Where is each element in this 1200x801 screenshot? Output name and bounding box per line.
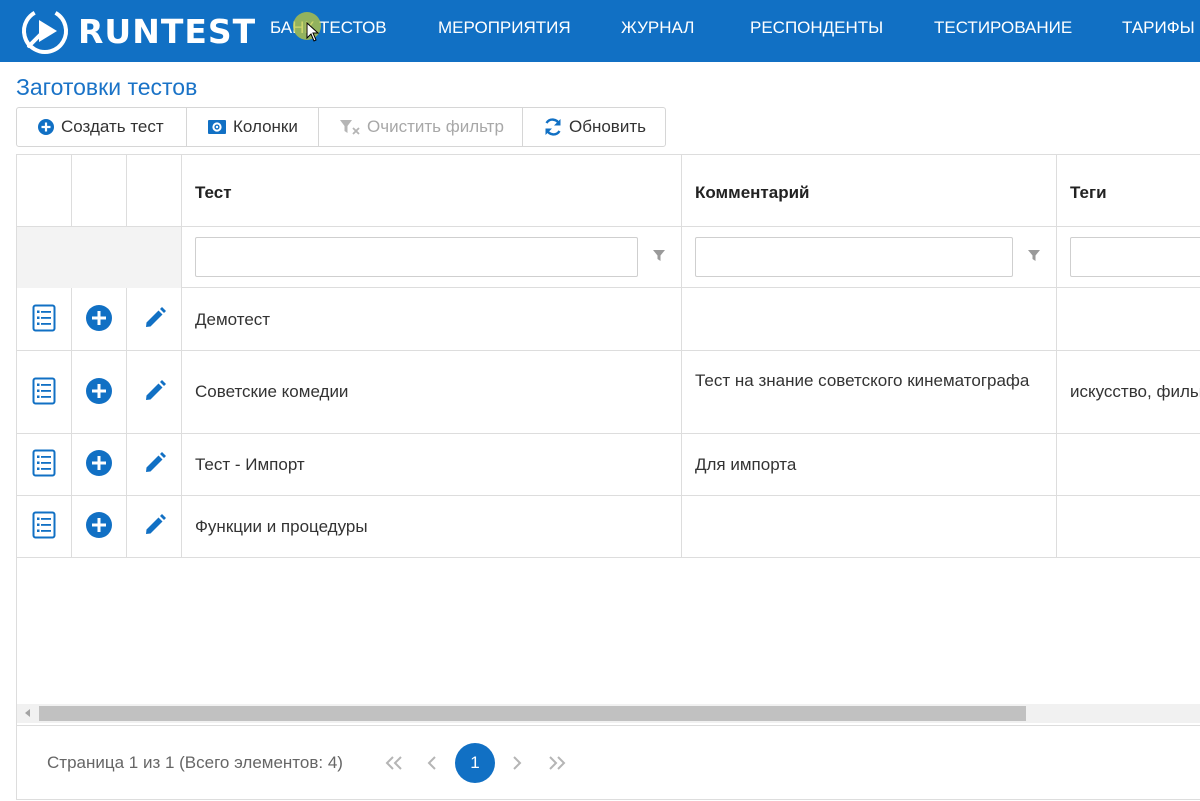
grid-header-row: Тест Комментарий Теги [17,155,1200,227]
grid-toolbar: Создать тест Колонки Очистить фильтр Обн… [16,107,666,147]
nav-item-respondents[interactable]: РЕСПОНДЕНТЫ [750,18,883,38]
next-page-button[interactable] [497,743,537,783]
columns-settings-icon [208,120,226,134]
mouse-pointer-icon [306,22,320,42]
chevron-right-icon [513,756,522,770]
first-page-button[interactable] [374,743,414,783]
page-title: Заготовки тестов [16,74,198,100]
list-icon[interactable] [32,377,56,405]
horizontal-scrollbar[interactable] [17,704,1200,723]
column-header-tags[interactable]: Теги [1070,183,1107,203]
table-row: Советские комедии Тест на знание советск… [17,351,1200,434]
nav-item-tariffs[interactable]: ТАРИФЫ [1122,18,1195,38]
play-logo-icon [22,8,68,54]
table-row: Тест - Импорт Для импорта [17,434,1200,496]
top-navigation-bar: RUNTEST БАНК ТЕСТОВ МЕРОПРИЯТИЯ ЖУРНАЛ Р… [0,0,1200,62]
filter-input-tags[interactable] [1070,237,1200,277]
pager: Страница 1 из 1 (Всего элементов: 4) 1 [17,725,1200,801]
refresh-label: Обновить [569,117,646,136]
last-page-button[interactable] [537,743,577,783]
list-icon[interactable] [32,304,56,332]
create-test-label: Создать тест [61,117,164,136]
grid-filter-row [17,227,1200,288]
cell-test: Демотест [195,310,271,329]
nav-item-events[interactable]: МЕРОПРИЯТИЯ [438,18,571,38]
logo-text: RUNTEST [78,11,257,51]
list-icon[interactable] [32,449,56,477]
scrollbar-thumb[interactable] [39,706,1026,721]
column-header-test[interactable]: Тест [195,183,232,203]
plus-circle-icon[interactable] [85,449,113,477]
tests-grid: Тест Комментарий Теги Демотест Советские… [16,154,1200,800]
cell-test: Тест - Импорт [195,455,305,474]
filter-icon[interactable] [652,248,666,262]
table-row: Функции и процедуры [17,496,1200,558]
page-button-current[interactable]: 1 [455,743,495,783]
list-icon[interactable] [32,511,56,539]
cell-comment: Тест на знание советского кинематографа [695,371,1030,390]
double-chevron-right-icon [549,756,566,770]
cell-comment: Для импорта [695,455,797,474]
pencil-icon[interactable] [143,513,167,537]
filter-input-test[interactable] [195,237,638,277]
double-chevron-left-icon [385,756,402,770]
cell-test: Советские комедии [195,382,349,401]
plus-circle-icon[interactable] [85,511,113,539]
column-header-comment[interactable]: Комментарий [695,183,809,203]
pencil-icon[interactable] [143,451,167,475]
chevron-left-icon [427,756,436,770]
scroll-left-arrow-icon[interactable] [25,709,30,717]
refresh-button[interactable]: Обновить [523,108,665,146]
cell-tags: искусство, фильмы [1070,382,1200,401]
nav-item-test-bank[interactable]: БАНК ТЕСТОВ [270,18,387,38]
clear-filter-button[interactable]: Очистить фильтр [319,108,523,146]
cell-test: Функции и процедуры [195,517,368,536]
create-test-button[interactable]: Создать тест [17,108,187,146]
nav-item-journal[interactable]: ЖУРНАЛ [621,18,694,38]
pencil-icon[interactable] [143,379,167,403]
pencil-icon[interactable] [143,306,167,330]
plus-circle-icon[interactable] [85,377,113,405]
table-row: Демотест [17,288,1200,351]
columns-label: Колонки [233,117,298,136]
clear-filter-icon [340,120,360,135]
filter-icon[interactable] [1027,248,1041,262]
pager-info: Страница 1 из 1 (Всего элементов: 4) [47,753,343,772]
columns-button[interactable]: Колонки [187,108,319,146]
plus-circle-icon[interactable] [85,304,113,332]
plus-circle-icon [38,119,54,135]
runtest-logo[interactable]: RUNTEST [20,5,256,57]
filter-input-comment[interactable] [695,237,1013,277]
clear-filter-label: Очистить фильтр [367,117,504,136]
refresh-icon [545,118,561,136]
nav-item-testing[interactable]: ТЕСТИРОВАНИЕ [934,18,1072,38]
prev-page-button[interactable] [412,743,452,783]
